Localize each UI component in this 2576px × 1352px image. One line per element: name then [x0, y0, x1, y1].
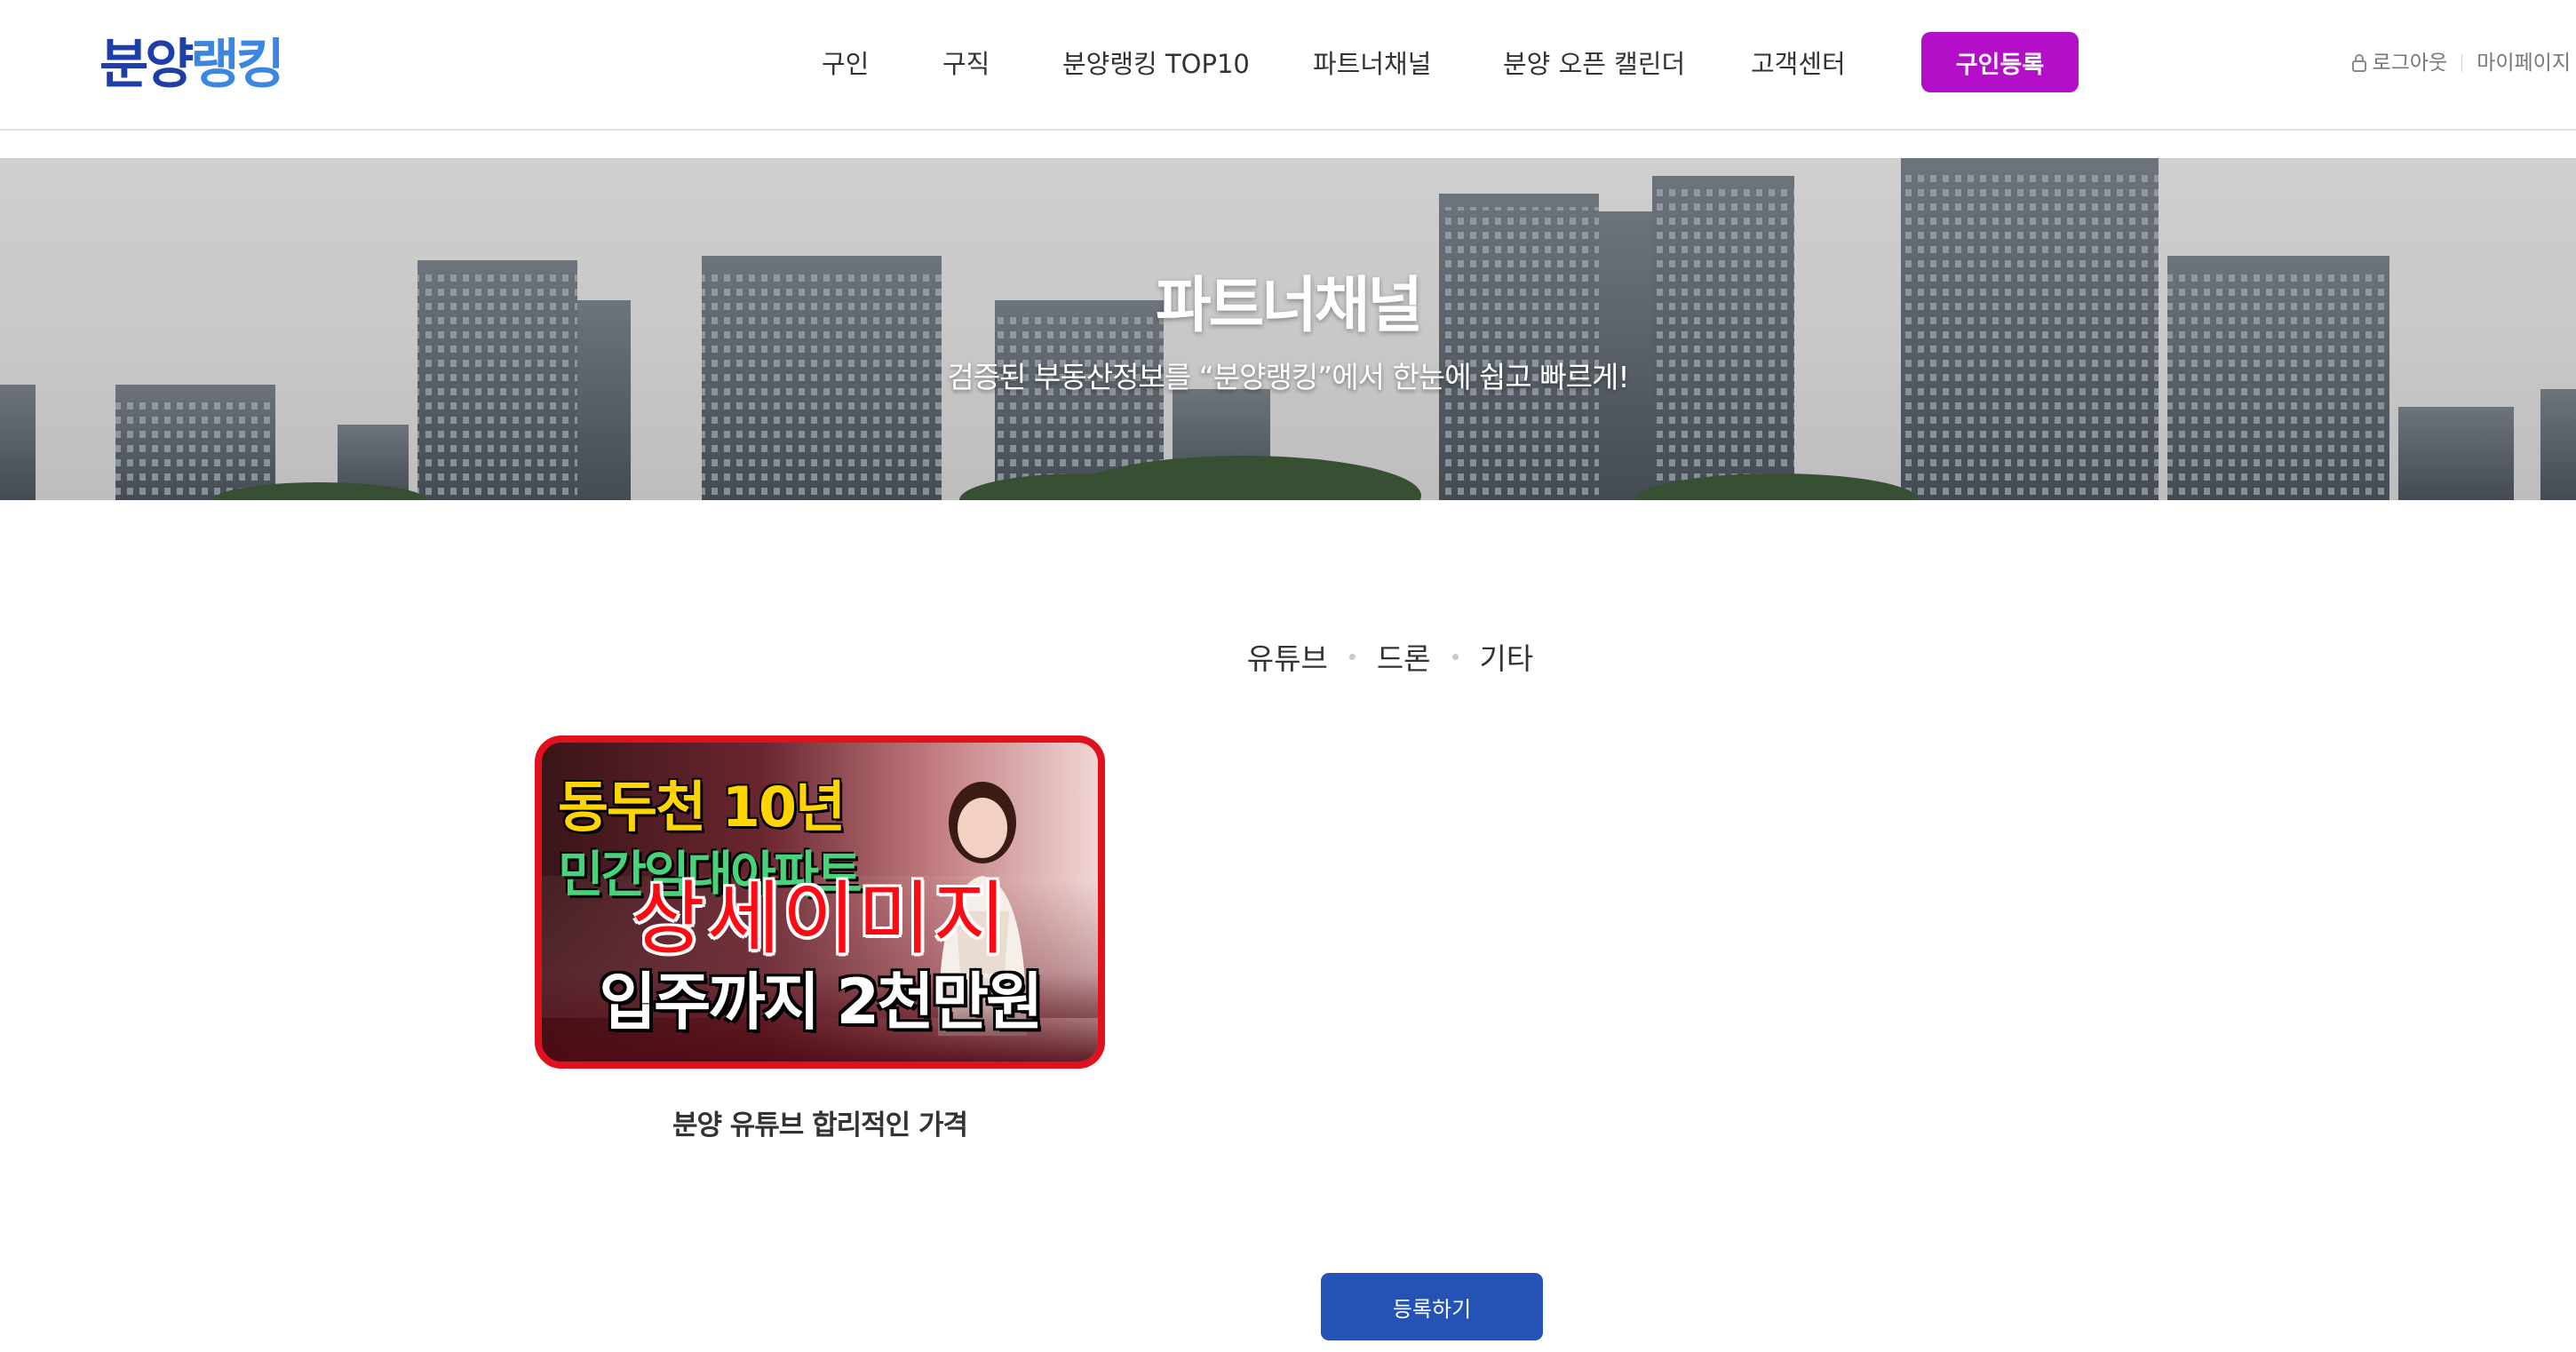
detail-image-overlay-label: 상세이미지 — [632, 872, 1008, 966]
category-tabs: 유튜브 드론 기타 — [0, 635, 2576, 678]
tab-separator-dot — [1348, 653, 1356, 660]
page-banner: 파트너채널 검증된 부동산정보를 “분양랭킹”에서 한눈에 쉽고 빠르게! — [0, 158, 2576, 500]
nav-item-open-calendar[interactable]: 분양 오픈 캘린더 — [1503, 46, 1685, 82]
main-nav: 구인 구직 분양랭킹 TOP10 파트너채널 분양 오픈 캘린더 고객센터 — [0, 0, 2576, 128]
site-header: 분양랭킹 구인 구직 분양랭킹 TOP10 파트너채널 분양 오픈 캘린더 고객… — [0, 0, 2576, 131]
user-utility-links: 로그아웃 마이페이지 — [2351, 48, 2571, 78]
job-register-button[interactable]: 구인등록 — [1921, 32, 2079, 92]
video-thumbnail[interactable]: 동두천 10년 민간임대아파트 입주까지 2천만원 상세이미지 — [535, 736, 1105, 1069]
mypage-link[interactable]: 마이페이지 — [2477, 48, 2571, 78]
tab-drone[interactable]: 드론 — [1371, 635, 1436, 678]
tab-youtube[interactable]: 유튜브 — [1242, 635, 1333, 678]
card-title[interactable]: 분양 유튜브 합리적인 가격 — [535, 1102, 1105, 1142]
thumbnail-headline-1: 동두천 10년 — [558, 775, 846, 839]
register-submit-button[interactable]: 등록하기 — [1321, 1273, 1543, 1340]
tab-separator-dot — [1451, 653, 1459, 660]
banner-title: 파트너채널 — [1156, 271, 1423, 341]
channel-card[interactable]: 동두천 10년 민간임대아파트 입주까지 2천만원 상세이미지 분양 유튜브 합… — [535, 736, 1105, 1142]
nav-item-hiring[interactable]: 구인 — [822, 46, 869, 82]
nav-item-job-seeking[interactable]: 구직 — [942, 46, 990, 82]
nav-item-top10[interactable]: 분양랭킹 TOP10 — [1062, 46, 1250, 82]
nav-item-partner-channel[interactable]: 파트너채널 — [1313, 46, 1431, 82]
lock-icon — [2351, 54, 2366, 72]
tab-etc[interactable]: 기타 — [1475, 635, 1539, 678]
divider — [2461, 54, 2463, 72]
nav-item-customer-center[interactable]: 고객센터 — [1751, 46, 1846, 82]
banner-subtitle: 검증된 부동산정보를 “분양랭킹”에서 한눈에 쉽고 빠르게! — [947, 360, 1629, 394]
logout-link[interactable]: 로그아웃 — [2373, 48, 2448, 78]
